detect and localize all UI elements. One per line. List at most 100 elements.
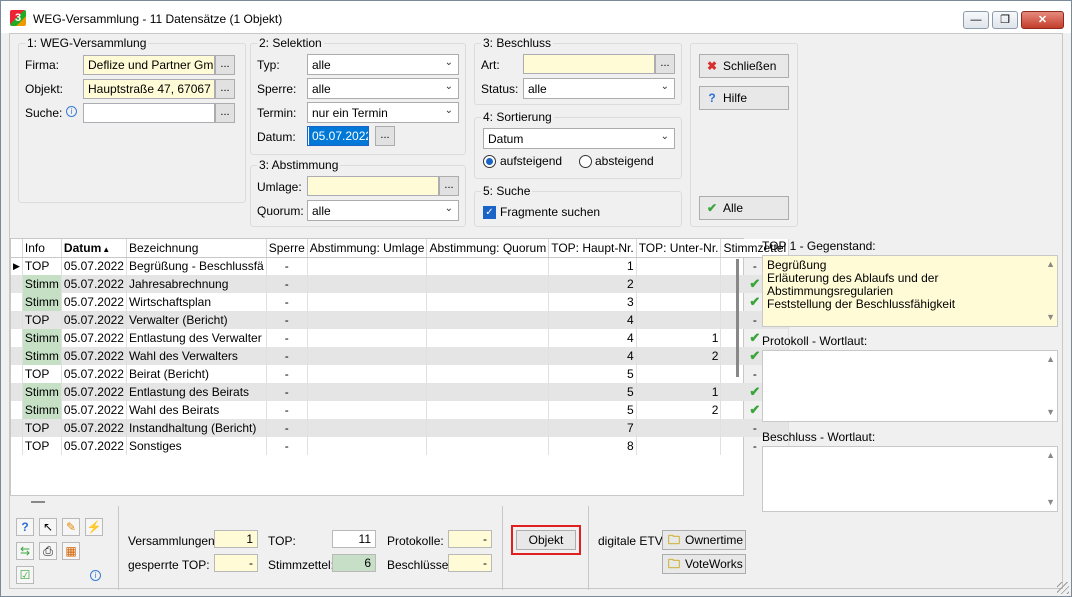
- sperre-cell: -: [266, 383, 308, 401]
- table-row[interactable]: Stimm 05.07.2022 Wahl des Verwalters -4 2 ✔: [11, 347, 790, 365]
- minimize-button[interactable]: —: [963, 11, 989, 29]
- art-browse-button[interactable]: ...: [655, 54, 675, 74]
- asc-radio[interactable]: [483, 155, 496, 168]
- fragmente-label[interactable]: Fragmente suchen: [500, 205, 600, 219]
- quorum-cell: [426, 257, 550, 275]
- protokoll-text[interactable]: ▲ ▼: [762, 350, 1058, 422]
- row-indicator: [11, 275, 23, 293]
- umlage-cell: [307, 437, 428, 455]
- table-row[interactable]: Stimm 05.07.2022 Wirtschaftsplan -3 ✔: [11, 293, 790, 311]
- maximize-button[interactable]: ❐: [992, 11, 1018, 29]
- sperre-label: Sperre:: [257, 82, 297, 96]
- unter-nr-cell: 1: [636, 329, 722, 347]
- bezeichnung-cell: Instandhaltung (Bericht): [126, 419, 267, 437]
- firma-browse-button[interactable]: ...: [215, 55, 235, 75]
- sperre-select[interactable]: alle ⌄: [307, 78, 459, 99]
- objekt-button[interactable]: Objekt: [516, 530, 576, 550]
- termin-select[interactable]: nur ein Termin ⌄: [307, 102, 459, 123]
- beschluss-text[interactable]: ▲ ▼: [762, 446, 1058, 512]
- row-indicator: [11, 419, 23, 437]
- hilfe-button[interactable]: ? Hilfe: [699, 86, 789, 110]
- scroll-up-icon[interactable]: ▲: [1046, 449, 1055, 462]
- scroll-thumb[interactable]: [736, 259, 739, 377]
- pencil-icon[interactable]: ✎: [62, 518, 80, 536]
- quorum-cell: [426, 311, 550, 329]
- grid-options-icon[interactable]: ▦: [62, 542, 80, 560]
- umlage-browse-button[interactable]: ...: [439, 176, 459, 196]
- quorum-select[interactable]: alle ⌄: [307, 200, 459, 221]
- datum-field[interactable]: 05.07.2022: [307, 126, 369, 146]
- gesperrte-value: -: [214, 554, 258, 572]
- col-header-umlage[interactable]: Abstimmung: Umlage: [307, 239, 428, 258]
- table-row[interactable]: Stimm 05.07.2022 Entlastung des Beirats - 5 1…: [11, 383, 790, 401]
- col-header-datum[interactable]: Datum▲: [61, 239, 127, 258]
- typ-select[interactable]: alle ⌄: [307, 54, 459, 75]
- col-header-quorum[interactable]: Abstimmung: Quorum: [426, 239, 550, 258]
- sort-select[interactable]: Datum ⌄: [483, 128, 675, 149]
- col-header-haupt[interactable]: TOP: Haupt-Nr.: [548, 239, 637, 258]
- group-legend: 3: Beschluss: [481, 36, 554, 50]
- alle-button[interactable]: ✔ Alle: [699, 196, 789, 220]
- datum-cell: 05.07.2022: [61, 311, 127, 329]
- suche-browse-button[interactable]: ...: [215, 103, 235, 123]
- suche-field[interactable]: [83, 103, 215, 123]
- table-row[interactable]: TOP 05.07.2022 Sonstiges -8-: [11, 437, 790, 455]
- desc-radio[interactable]: [579, 155, 592, 168]
- schliessen-button[interactable]: ✖ Schließen: [699, 54, 789, 78]
- protokolle-value: -: [448, 530, 492, 548]
- refresh-icon[interactable]: ⇆: [16, 542, 34, 560]
- scroll-up-icon[interactable]: ▲: [1046, 353, 1055, 366]
- col-header-info[interactable]: Info: [22, 239, 62, 258]
- firma-field[interactable]: Deflize und Partner GmbH: [83, 55, 215, 75]
- scroll-up-icon[interactable]: ▲: [1046, 258, 1055, 271]
- splitter-handle[interactable]: [31, 501, 45, 503]
- pointer-icon[interactable]: ↖: [39, 518, 57, 536]
- hilfe-label: Hilfe: [723, 91, 748, 105]
- col-header-sperre[interactable]: Sperre: [266, 239, 308, 258]
- title-bar: 3 WEG-Versammlung - 11 Datensätze (1 Obj…: [1, 1, 1071, 33]
- table-row[interactable]: TOP 05.07.2022 Verwalter (Bericht) -4-: [11, 311, 790, 329]
- lightning-icon[interactable]: ⚡: [85, 518, 103, 536]
- objekt-field[interactable]: Hauptstraße 47, 67067 Lud: [83, 79, 215, 99]
- checkbox-icon[interactable]: ☑: [16, 566, 34, 584]
- art-field[interactable]: [523, 54, 655, 74]
- table-row[interactable]: ▶ TOP 05.07.2022 Begrüßung - Beschlussfä -1-: [11, 257, 790, 275]
- info-icon[interactable]: i: [66, 106, 77, 117]
- voteworks-button[interactable]: 🗀 VoteWorks: [662, 554, 746, 574]
- top-label: TOP:: [268, 534, 296, 548]
- table-scrollbar[interactable]: [733, 259, 743, 495]
- help-icon[interactable]: ?: [16, 518, 34, 536]
- sperre-cell: -: [266, 365, 308, 383]
- table-row[interactable]: TOP 05.07.2022 Instandhaltung (Bericht) -7-: [11, 419, 790, 437]
- print-icon[interactable]: ⎙: [39, 542, 57, 560]
- close-window-button[interactable]: ✕: [1021, 11, 1064, 29]
- top-value: 11: [332, 530, 376, 548]
- table-row[interactable]: Stimm 05.07.2022 Entlastung des Verwalter -…: [11, 329, 790, 347]
- table-row[interactable]: Stimm 05.07.2022 Wahl des Beirats -5 2 ✔: [11, 401, 790, 419]
- datum-browse-button[interactable]: ...: [375, 126, 395, 146]
- resize-grip[interactable]: [1057, 582, 1069, 594]
- info-icon[interactable]: i: [90, 570, 101, 581]
- app-window: 3 WEG-Versammlung - 11 Datensätze (1 Obj…: [0, 0, 1072, 597]
- info-cell: TOP: [22, 257, 62, 275]
- scroll-down-icon[interactable]: ▼: [1046, 311, 1055, 324]
- desc-label[interactable]: absteigend: [595, 154, 654, 168]
- col-header-unter[interactable]: TOP: Unter-Nr.: [636, 239, 722, 258]
- sperre-cell: -: [266, 329, 308, 347]
- table-row[interactable]: Stimm 05.07.2022 Jahresabrechnung -2 ✔: [11, 275, 790, 293]
- separator: [588, 506, 589, 590]
- asc-label[interactable]: aufsteigend: [500, 154, 562, 168]
- col-header-bezeichnung[interactable]: Bezeichnung: [126, 239, 267, 258]
- quorum-cell: [426, 329, 550, 347]
- status-select[interactable]: alle ⌄: [523, 78, 675, 99]
- gegenstand-text[interactable]: Begrüßung Erläuterung des Ablaufs und de…: [762, 255, 1058, 327]
- versammlung-table[interactable]: Info Datum▲ Bezeichnung Sperre Abstimmun…: [10, 238, 790, 503]
- objekt-browse-button[interactable]: ...: [215, 79, 235, 99]
- datum-cell: 05.07.2022: [61, 383, 127, 401]
- fragmente-checkbox[interactable]: ✓: [483, 206, 496, 219]
- scroll-down-icon[interactable]: ▼: [1046, 406, 1055, 419]
- ownertime-button[interactable]: 🗀 Ownertime: [662, 530, 746, 550]
- table-row[interactable]: TOP 05.07.2022 Beirat (Bericht) -5-: [11, 365, 790, 383]
- umlage-field[interactable]: [307, 176, 439, 196]
- haupt-nr-cell: 5: [548, 401, 637, 419]
